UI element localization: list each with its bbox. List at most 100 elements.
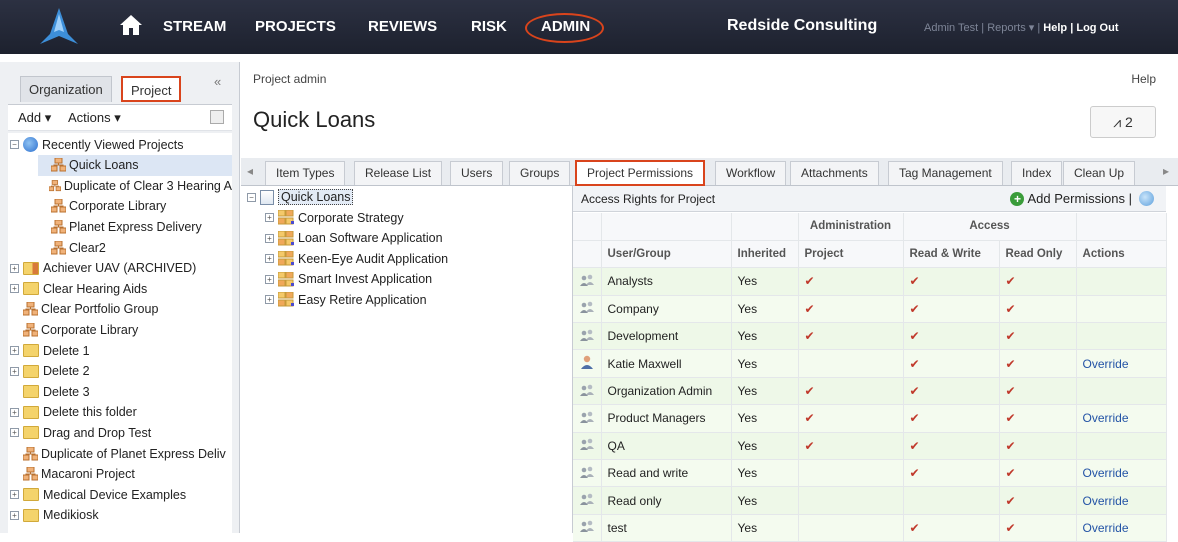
expand-toggle-icon[interactable]: − xyxy=(10,140,19,149)
tab-organization[interactable]: Organization xyxy=(20,76,112,102)
refresh-icon[interactable] xyxy=(210,110,224,124)
table-row[interactable]: Analysts Yes ✔ ✔ ✔ xyxy=(573,267,1167,296)
tree-node[interactable]: + Easy Retire Application xyxy=(265,290,427,310)
read-write-check-cell[interactable]: ✔ xyxy=(903,377,1000,406)
tree-node[interactable]: + Keen-Eye Audit Application xyxy=(265,249,448,269)
read-write-check-cell[interactable]: ✔ xyxy=(903,295,1000,324)
read-only-check-cell[interactable]: ✔ xyxy=(999,377,1077,406)
read-only-check-cell[interactable]: ✔ xyxy=(999,267,1077,296)
expand-toggle-icon[interactable]: + xyxy=(10,263,19,273)
logout-link[interactable]: Log Out xyxy=(1076,22,1118,34)
tree-node[interactable]: Duplicate of Planet Express Deliv xyxy=(10,443,232,464)
help-link[interactable]: Help xyxy=(1043,22,1067,34)
override-link[interactable]: Override xyxy=(1083,466,1129,480)
override-link[interactable]: Override xyxy=(1083,494,1129,508)
tab-scroll-right-icon[interactable]: ▸ xyxy=(1163,164,1169,178)
read-write-check-cell[interactable]: ✔ xyxy=(903,349,1000,378)
tree-node[interactable]: Corporate Library xyxy=(10,319,232,340)
tree-node[interactable]: + Medical Device Examples xyxy=(10,484,232,505)
read-only-check-cell[interactable]: ✔ xyxy=(999,295,1077,324)
table-row[interactable]: Read and write Yes ✔ ✔ Override xyxy=(573,459,1167,488)
tree-node[interactable]: + Clear Hearing Aids xyxy=(10,278,232,299)
table-row[interactable]: Product Managers Yes ✔ ✔ ✔ Override xyxy=(573,404,1167,433)
tree-node[interactable]: Clear Portfolio Group xyxy=(10,299,232,320)
project-permission-check-cell[interactable] xyxy=(798,459,904,488)
table-row[interactable]: Organization Admin Yes ✔ ✔ ✔ xyxy=(573,377,1167,406)
expand-toggle-icon[interactable]: + xyxy=(10,490,19,500)
project-permission-check-cell[interactable] xyxy=(798,349,904,378)
tree-node[interactable]: Duplicate of Clear 3 Hearing A xyxy=(38,175,232,196)
read-only-check-cell[interactable]: ✔ xyxy=(999,459,1077,488)
read-write-check-cell[interactable]: ✔ xyxy=(903,514,1000,542)
read-only-check-cell[interactable]: ✔ xyxy=(999,432,1077,461)
read-write-check-cell[interactable]: ✔ xyxy=(903,322,1000,351)
project-permission-check-cell[interactable]: ✔ xyxy=(798,432,904,461)
read-write-check-cell[interactable]: ✔ xyxy=(903,404,1000,433)
col-inherited[interactable]: Inherited xyxy=(731,240,799,269)
project-permission-check-cell[interactable]: ✔ xyxy=(798,267,904,296)
company-logo-icon[interactable] xyxy=(38,6,80,48)
project-permission-check-cell[interactable] xyxy=(798,514,904,542)
tab-scroll-left-icon[interactable]: ◂ xyxy=(247,164,253,178)
page-help-link[interactable]: Help xyxy=(1131,72,1156,86)
nav-stream-link[interactable]: STREAM xyxy=(163,18,226,35)
expand-toggle-icon[interactable]: + xyxy=(265,274,274,284)
tab-project-permissions[interactable]: Project Permissions xyxy=(575,160,706,186)
tree-node[interactable]: + Drag and Drop Test xyxy=(10,422,232,443)
project-permission-check-cell[interactable]: ✔ xyxy=(798,295,904,324)
expand-toggle-icon[interactable]: + xyxy=(10,346,19,355)
tab-attachments[interactable]: Attachments xyxy=(790,161,879,185)
tree-node[interactable]: + Delete 1 xyxy=(10,340,232,361)
tab-groups[interactable]: Groups xyxy=(509,161,571,185)
expand-toggle-icon[interactable]: + xyxy=(265,254,274,263)
read-only-check-cell[interactable]: ✔ xyxy=(999,404,1077,433)
tree-node[interactable]: + Achiever UAV (ARCHIVED) xyxy=(10,258,232,279)
expand-toggle-icon[interactable]: + xyxy=(10,366,19,376)
tab-tag-management[interactable]: Tag Management xyxy=(888,161,1003,185)
collapse-panel-icon[interactable]: « xyxy=(214,74,221,89)
expand-toggle-icon[interactable]: + xyxy=(265,213,274,222)
add-permissions-button[interactable]: + Add Permissions | xyxy=(1010,191,1132,206)
table-row[interactable]: Development Yes ✔ ✔ ✔ xyxy=(573,322,1167,351)
read-write-check-cell[interactable]: ✔ xyxy=(903,432,1000,461)
tree-node[interactable]: + Delete 2 xyxy=(10,361,232,382)
col-read-only[interactable]: Read Only xyxy=(999,240,1077,269)
read-write-check-cell[interactable]: ✔ xyxy=(903,459,1000,488)
tree-node[interactable]: + Loan Software Application xyxy=(265,228,443,248)
read-write-check-cell[interactable] xyxy=(903,486,1000,515)
project-permission-check-cell[interactable]: ✔ xyxy=(798,404,904,433)
expand-toggle-icon[interactable]: + xyxy=(265,295,274,304)
breadcrumb[interactable]: Project admin xyxy=(253,72,326,86)
expand-toggle-icon[interactable]: + xyxy=(10,407,19,417)
table-row[interactable]: Company Yes ✔ ✔ ✔ xyxy=(573,295,1167,324)
home-icon[interactable] xyxy=(118,12,144,38)
tree-node[interactable]: + Corporate Strategy xyxy=(265,208,404,228)
read-only-check-cell[interactable]: ✔ xyxy=(999,486,1077,515)
tab-project[interactable]: Project xyxy=(121,76,182,102)
info-icon[interactable] xyxy=(1139,191,1154,206)
read-write-check-cell[interactable]: ✔ xyxy=(903,267,1000,296)
actions-menu[interactable]: Actions ▾ xyxy=(68,110,121,126)
expand-toggle-icon[interactable]: + xyxy=(10,284,19,294)
nav-reviews-link[interactable]: REVIEWS xyxy=(368,18,437,35)
tab-index[interactable]: Index xyxy=(1011,161,1063,185)
table-row[interactable]: test Yes ✔ ✔ Override xyxy=(573,514,1167,542)
tab-item-types[interactable]: Item Types xyxy=(265,161,346,185)
expand-toggle-icon[interactable]: + xyxy=(10,510,19,520)
tab-clean-up[interactable]: Clean Up xyxy=(1063,161,1136,185)
col-actions[interactable]: Actions xyxy=(1076,240,1167,269)
read-only-check-cell[interactable]: ✔ xyxy=(999,322,1077,351)
table-row[interactable]: QA Yes ✔ ✔ ✔ xyxy=(573,432,1167,461)
tree-node[interactable]: Delete 3 xyxy=(10,381,232,402)
expand-toggle-icon[interactable]: + xyxy=(265,233,274,243)
project-permission-check-cell[interactable]: ✔ xyxy=(798,322,904,351)
user-menu[interactable]: Admin Test xyxy=(924,22,978,34)
reports-menu[interactable]: Reports xyxy=(987,22,1026,34)
col-read-write[interactable]: Read & Write xyxy=(903,240,1000,269)
col-project[interactable]: Project xyxy=(798,240,904,269)
table-row[interactable]: Katie Maxwell Yes ✔ ✔ Override xyxy=(573,349,1167,378)
tree-node[interactable]: Clear2 xyxy=(38,237,232,258)
project-permission-check-cell[interactable]: ✔ xyxy=(798,377,904,406)
activity-pulse-button[interactable]: ⩘ 2 xyxy=(1090,106,1156,138)
tree-root-node[interactable]: − Quick Loans xyxy=(247,187,354,207)
